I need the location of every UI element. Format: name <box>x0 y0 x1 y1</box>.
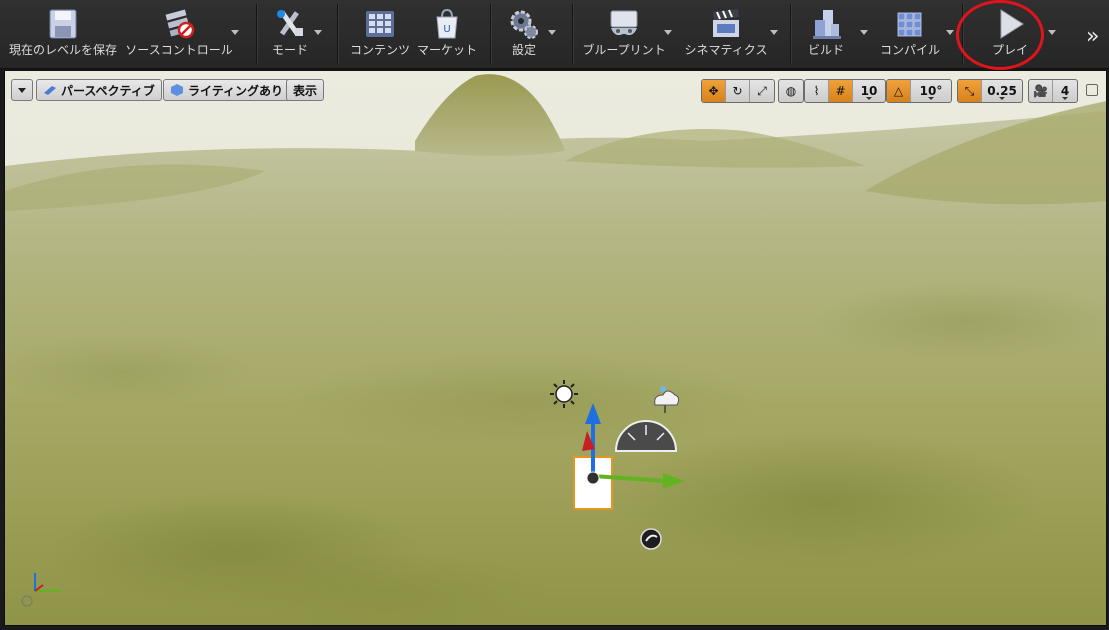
camera-speed-value[interactable]: 4 <box>1053 80 1077 102</box>
toolbar-separator <box>790 4 792 64</box>
settings-label: 設定 <box>511 43 536 57</box>
viewport-options-button[interactable] <box>11 79 33 101</box>
content-label: コンテンツ <box>349 43 410 57</box>
marketplace-label: マーケット <box>416 43 477 57</box>
floppy-disk-icon <box>49 9 77 39</box>
cinematics-button[interactable]: シネマティクス <box>680 4 772 64</box>
modes-button[interactable]: モード <box>262 4 318 64</box>
reflection-capture-icon[interactable] <box>640 528 662 550</box>
svg-text:U: U <box>443 24 450 35</box>
toolbar-separator <box>337 4 339 64</box>
modes-dropdown-icon[interactable] <box>314 30 322 35</box>
dropdown-arrow-icon <box>18 87 26 93</box>
perspective-label: パースペクティブ <box>61 83 155 98</box>
content-grid-icon <box>366 11 394 37</box>
maximize-viewport-icon[interactable] <box>1086 84 1098 96</box>
translate-mode-icon[interactable]: ✥ <box>702 80 726 102</box>
grid-snap-group: ⌇ # 10 <box>804 79 886 103</box>
build-label: ビルド <box>807 43 844 57</box>
source-control-label: ソースコントロール <box>125 43 233 57</box>
perspective-button[interactable]: パースペクティブ <box>36 79 162 101</box>
build-dropdown-icon[interactable] <box>860 30 868 35</box>
main-toolbar: 現在のレベルを保存 ソースコントロール モード コンテンツ U マーケット 設定… <box>0 0 1109 70</box>
build-blocks-icon <box>813 10 841 39</box>
perspective-icon <box>44 86 56 95</box>
grid-snap-value[interactable]: 10 <box>853 80 885 102</box>
marketplace-button[interactable]: U マーケット <box>416 4 478 64</box>
lighting-label: ライティングあり <box>188 83 284 98</box>
play-triangle-icon <box>1000 9 1024 39</box>
play-dropdown-icon[interactable] <box>1048 30 1056 35</box>
modes-label: モード <box>271 43 308 57</box>
content-button[interactable]: コンテンツ <box>344 4 416 64</box>
cinematics-label: シネマティクス <box>684 43 768 57</box>
overflow-chevron-icon: » <box>1086 24 1100 49</box>
camera-speed-group: 🎥 4 <box>1028 79 1078 103</box>
toolbar-separator <box>962 4 964 64</box>
toolbar-separator <box>572 4 574 64</box>
grid-snap-icon[interactable]: # <box>829 80 853 102</box>
cinematics-dropdown-icon[interactable] <box>770 30 778 35</box>
transform-mode-group: ✥ ↻ ⤢ <box>701 79 775 103</box>
rotation-snap-group: △ 10° <box>886 79 952 103</box>
gear-icon <box>510 10 538 39</box>
toolbar-overflow-button[interactable]: » <box>1080 4 1108 64</box>
save-level-label: 現在のレベルを保存 <box>8 43 117 57</box>
settings-dropdown-icon[interactable] <box>548 30 556 35</box>
clapperboard-icon <box>713 9 739 37</box>
camera-speed-icon[interactable]: 🎥 <box>1029 80 1053 102</box>
world-space-icon[interactable]: ◍ <box>779 80 803 102</box>
show-label: 表示 <box>293 83 318 98</box>
scale-snap-icon[interactable]: ⤡ <box>958 80 982 102</box>
source-control-dropdown-icon[interactable] <box>231 30 239 35</box>
scale-snap-value[interactable]: 0.25 <box>982 80 1022 102</box>
blueprints-label: ブループリント <box>582 43 666 57</box>
surface-snap-icon[interactable]: ⌇ <box>805 80 829 102</box>
terrain-scene <box>5 71 1106 625</box>
build-button[interactable]: ビルド <box>796 4 856 64</box>
rotate-mode-icon[interactable]: ↻ <box>726 80 750 102</box>
compile-dropdown-icon[interactable] <box>946 30 954 35</box>
rotation-snap-icon[interactable]: △ <box>887 80 911 102</box>
lighting-button[interactable]: ライティングあり <box>163 79 291 101</box>
save-level-button[interactable]: 現在のレベルを保存 <box>6 4 120 64</box>
coordinate-space-group: ◍ <box>778 79 804 103</box>
level-viewport[interactable]: パースペクティブ ライティングあり 表示 ✥ ↻ ⤢ ◍ ⌇ # 10 △ 10… <box>4 70 1107 626</box>
compile-button[interactable]: コンパイル <box>872 4 948 64</box>
blueprints-dropdown-icon[interactable] <box>664 30 672 35</box>
blueprints-button[interactable]: ブループリント <box>578 4 670 64</box>
gamepad-icon <box>610 10 638 36</box>
source-control-icon <box>165 9 195 39</box>
play-label: プレイ <box>991 43 1028 57</box>
play-button[interactable]: プレイ <box>978 4 1042 64</box>
show-button[interactable]: 表示 <box>286 79 325 101</box>
tools-icon <box>277 10 303 36</box>
compile-label: コンパイル <box>879 43 940 57</box>
scale-snap-group: ⤡ 0.25 <box>957 79 1023 103</box>
rotation-snap-value[interactable]: 10° <box>911 80 951 102</box>
settings-button[interactable]: 設定 <box>496 4 552 64</box>
toolbar-separator <box>256 4 258 64</box>
source-control-button[interactable]: ソースコントロール <box>124 4 234 64</box>
toolbar-separator <box>490 4 492 64</box>
compile-cubes-icon <box>897 12 922 37</box>
lit-cube-icon <box>171 84 183 96</box>
shopping-bag-icon: U <box>436 8 458 39</box>
scale-mode-icon[interactable]: ⤢ <box>750 80 774 102</box>
